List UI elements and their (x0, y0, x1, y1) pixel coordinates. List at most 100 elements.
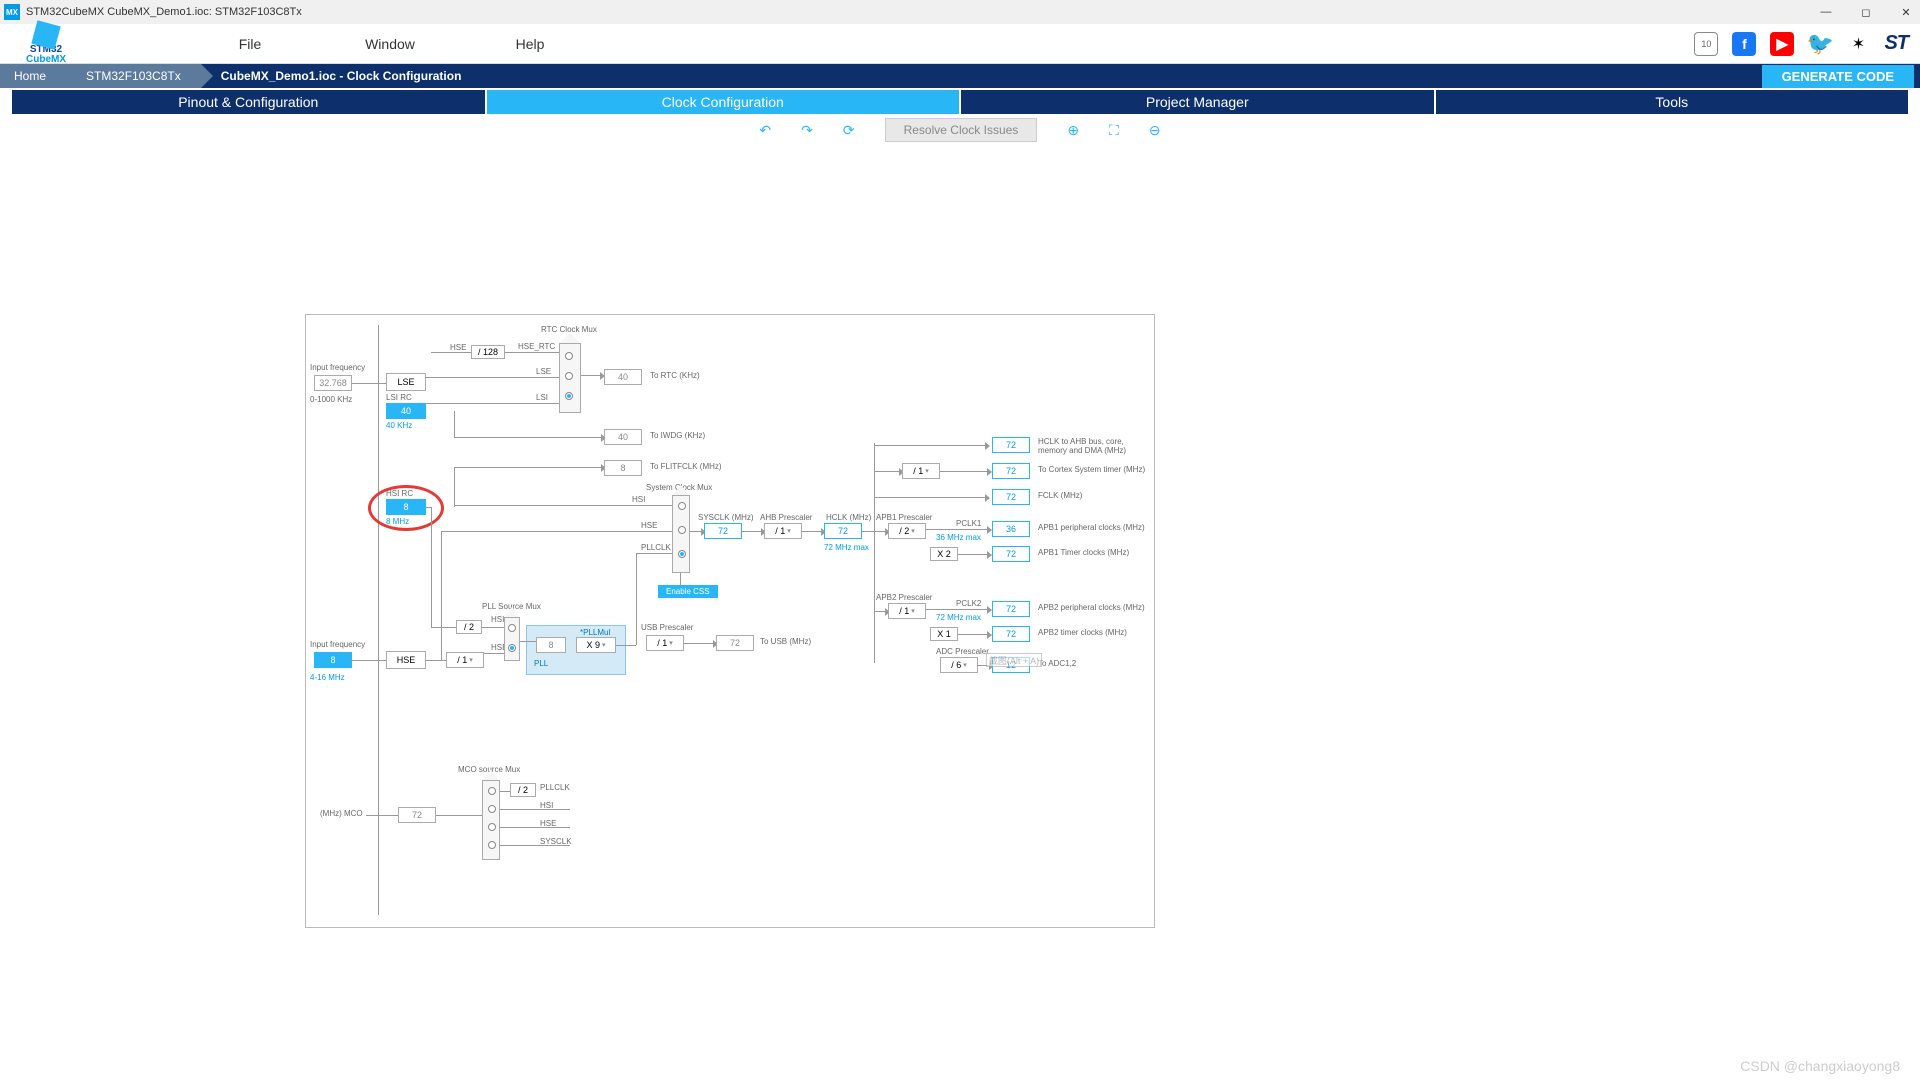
crumb-home[interactable]: Home (0, 64, 66, 88)
ahb-label: AHB Prescaler (760, 513, 812, 522)
out-tim2-label: APB2 timer clocks (MHz) (1038, 628, 1127, 637)
hsi-sig-label: HSI (491, 615, 504, 624)
refresh-icon[interactable]: ⟳ (843, 122, 855, 139)
crumb-mcu[interactable]: STM32F103C8Tx (66, 64, 201, 88)
maximize-button[interactable]: ◻ (1856, 6, 1876, 19)
pll-in: 8 (536, 637, 566, 653)
community-icon[interactable]: ✶ (1846, 32, 1870, 56)
mco-mux[interactable] (482, 780, 500, 860)
rtc-out[interactable]: 40 (604, 369, 642, 385)
hsi-label: HSI RC (386, 489, 413, 498)
out-cortex: 72 (992, 463, 1030, 479)
tab-clock[interactable]: Clock Configuration (487, 90, 960, 114)
apb2-label: APB2 Prescaler (876, 593, 932, 602)
hse-input-label: Input frequency (310, 640, 365, 649)
pclk1-label: PCLK1 (956, 519, 981, 528)
sys-mux[interactable] (672, 495, 690, 573)
zoom-in-icon[interactable]: ⊕ (1067, 122, 1079, 139)
lse-range-label: 0-1000 KHz (310, 395, 352, 404)
menu-file[interactable]: File (180, 36, 320, 52)
mco-pll-label: PLLCLK (540, 783, 570, 792)
st-logo-icon[interactable]: ST (1884, 32, 1908, 55)
tab-pinout[interactable]: Pinout & Configuration (12, 90, 485, 114)
hse-div-select[interactable]: / 1 (446, 652, 484, 668)
hsi-block: 8 (386, 499, 426, 515)
out-hclk: 72 (992, 437, 1030, 453)
pclk2-label: PCLK2 (956, 599, 981, 608)
lse-input[interactable]: 32.768 (314, 375, 352, 391)
tab-project-manager[interactable]: Project Manager (961, 90, 1434, 114)
usb-out: 72 (716, 635, 754, 651)
watermark: CSDN @changxiaoyong8 (1740, 1058, 1900, 1074)
sys-hsi-label: HSI (632, 495, 645, 504)
twitter-icon[interactable]: 🐦 (1808, 32, 1832, 56)
out-pclk2-label: APB2 peripheral clocks (MHz) (1038, 603, 1145, 612)
sys-pll-label: PLLCLK (641, 543, 671, 552)
iwdg-to-label: To IWDG (KHz) (650, 431, 705, 440)
hse-range-label: 4-16 MHz (310, 673, 345, 682)
hclk-out[interactable]: 72 (824, 523, 862, 539)
minimize-button[interactable]: — (1816, 6, 1836, 19)
out-tim2: 72 (992, 626, 1030, 642)
enable-css-button[interactable]: Enable CSS (658, 585, 718, 598)
lse-input-label: Input frequency (310, 363, 365, 372)
facebook-icon[interactable]: f (1732, 32, 1756, 56)
lse-block[interactable]: LSE (386, 373, 426, 391)
menu-window[interactable]: Window (320, 36, 460, 52)
lsi-note: 40 KHz (386, 421, 412, 430)
mco-out-label: (MHz) MCO (320, 809, 363, 818)
apb1-prescaler[interactable]: / 2 (888, 523, 926, 539)
pllmul-label: *PLLMul (580, 628, 610, 637)
hse-block[interactable]: HSE (386, 651, 426, 669)
flitf-out: 8 (604, 460, 642, 476)
out-pclk1-label: APB1 peripheral clocks (MHz) (1038, 523, 1145, 532)
hse-sig-label: HSE (450, 343, 466, 352)
pllmul-select[interactable]: X 9 (576, 637, 616, 653)
generate-code-button[interactable]: GENERATE CODE (1762, 65, 1914, 88)
lsi-label: LSI RC (386, 393, 412, 402)
rtc-lse-label: LSE (536, 367, 551, 376)
youtube-icon[interactable]: ▶ (1770, 32, 1794, 56)
close-button[interactable]: ✕ (1896, 6, 1916, 19)
lsi-block: 40 (386, 403, 426, 419)
pll-src-mux[interactable] (504, 617, 520, 661)
hsi-div2: / 2 (456, 620, 482, 634)
crumb-project[interactable]: CubeMX_Demo1.ioc - Clock Configuration (201, 64, 482, 88)
rtc-lsi-label: LSI (536, 393, 548, 402)
out-cortex-label: To Cortex System timer (MHz) (1038, 465, 1145, 474)
mco-out: 72 (398, 807, 436, 823)
menu-help[interactable]: Help (460, 36, 600, 52)
out-hclk-label: HCLK to AHB bus, core, memory and DMA (M… (1038, 437, 1148, 455)
hse-input[interactable]: 8 (314, 652, 352, 668)
main-tabs: Pinout & Configuration Clock Configurati… (0, 88, 1920, 116)
window-title: STM32CubeMX CubeMX_Demo1.ioc: STM32F103C… (26, 6, 302, 18)
apb2-x1: X 1 (930, 627, 958, 641)
app-icon: MX (4, 4, 20, 20)
usb-prescaler[interactable]: / 1 (646, 635, 684, 651)
hclk-max-label: 72 MHz max (824, 543, 869, 552)
out-fclk: 72 (992, 489, 1030, 505)
out-tim1-label: APB1 Timer clocks (MHz) (1038, 548, 1129, 557)
clock-diagram[interactable]: Input frequency 32.768 0-1000 KHz LSE LS… (305, 314, 1155, 928)
adc-prescaler[interactable]: / 6 (940, 657, 978, 673)
rtc-mux[interactable] (559, 343, 581, 413)
badge-10-icon[interactable]: 10 (1694, 32, 1718, 56)
undo-icon[interactable]: ↶ (759, 122, 771, 139)
tab-tools[interactable]: Tools (1436, 90, 1909, 114)
out-pclk2: 72 (992, 601, 1030, 617)
rtc-to-label: To RTC (KHz) (650, 371, 700, 380)
menu-bar: STM32 CubeMX File Window Help 10 f ▶ 🐦 ✶… (0, 24, 1920, 64)
apb1-label: APB1 Prescaler (876, 513, 932, 522)
iwdg-out: 40 (604, 429, 642, 445)
resolve-clock-button[interactable]: Resolve Clock Issues (885, 118, 1038, 142)
sysclk-out[interactable]: 72 (704, 523, 742, 539)
out-fclk-label: FCLK (MHz) (1038, 491, 1082, 500)
sysclk-label: SYSCLK (MHz) (698, 513, 754, 522)
ahb-div1[interactable]: / 1 (902, 463, 940, 479)
fit-screen-icon[interactable]: ⛶ (1109, 122, 1119, 139)
ahb-prescaler[interactable]: / 1 (764, 523, 802, 539)
apb2-prescaler[interactable]: / 1 (888, 603, 926, 619)
alt-hint-overlay: 截图(Alt + A) (986, 653, 1042, 667)
zoom-out-icon[interactable]: ⊖ (1149, 122, 1161, 139)
redo-icon[interactable]: ↷ (801, 122, 813, 139)
